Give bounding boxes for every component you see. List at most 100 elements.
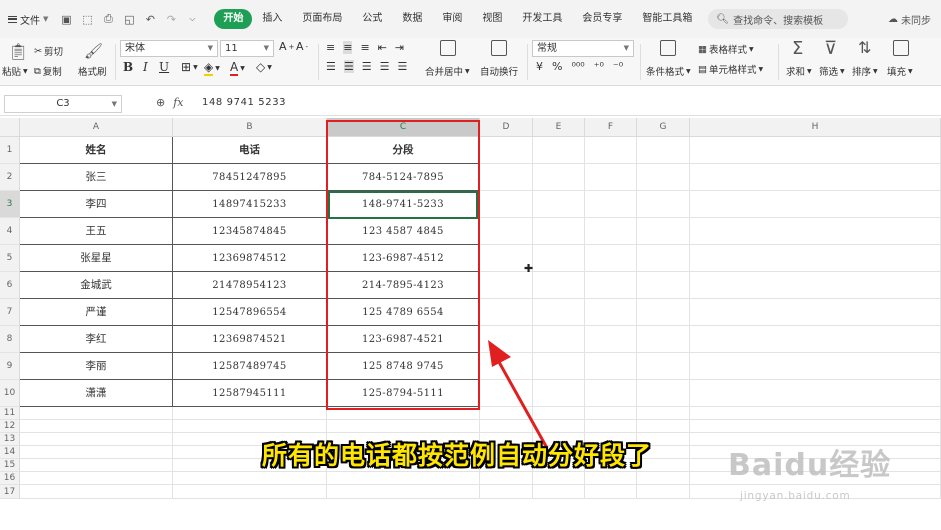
column-header-c[interactable]: C: [327, 118, 480, 137]
font-name-select[interactable]: 宋体 ▼: [120, 40, 218, 57]
cell-e3[interactable]: [533, 191, 585, 218]
cell-g1[interactable]: [637, 137, 690, 164]
cell-e16[interactable]: [533, 472, 585, 485]
cell-e2[interactable]: [533, 164, 585, 191]
cell-style-button[interactable]: ▤ 单元格样式 ▼: [698, 62, 763, 77]
align-top-icon[interactable]: ≡: [326, 41, 335, 54]
phone-cell[interactable]: 12369874512: [173, 245, 327, 272]
tab-developer[interactable]: 开发工具: [512, 9, 572, 29]
chevron-down-icon[interactable]: ⌵: [186, 14, 198, 24]
cell-f3[interactable]: [585, 191, 637, 218]
row-header-8[interactable]: 8: [0, 326, 20, 353]
cell-a15[interactable]: [20, 459, 173, 472]
increase-decimal-icon[interactable]: ⁺⁰: [594, 60, 604, 73]
cell-e11[interactable]: [533, 407, 585, 420]
cell-g10[interactable]: [637, 380, 690, 407]
phone-cell[interactable]: 12547896554: [173, 299, 327, 326]
cell-f6[interactable]: [585, 272, 637, 299]
column-header-g[interactable]: G: [637, 118, 690, 137]
merge-center-button[interactable]: 合并居中 ▼: [425, 64, 470, 78]
cut-button[interactable]: ✂ 剪切: [34, 44, 63, 59]
cell-g16[interactable]: [637, 472, 690, 485]
row-header-5[interactable]: 5: [0, 245, 20, 272]
phone-cell[interactable]: 12345874845: [173, 218, 327, 245]
cell-f2[interactable]: [585, 164, 637, 191]
cell-g17[interactable]: [637, 485, 690, 499]
decrease-font-icon[interactable]: A-: [296, 40, 308, 53]
segment-cell[interactable]: 125 4789 6554: [327, 299, 480, 326]
indent-decrease-icon[interactable]: ⇤: [378, 41, 387, 54]
phone-cell[interactable]: 21478954123: [173, 272, 327, 299]
save-icon[interactable]: ▣: [60, 13, 72, 26]
sum-button[interactable]: 求和 ▼: [786, 64, 812, 78]
print-preview-icon[interactable]: ◱: [123, 13, 135, 26]
name-box[interactable]: C3 ▼: [4, 95, 122, 113]
cell-f9[interactable]: [585, 353, 637, 380]
command-search[interactable]: 🔍︎ 查找命令、搜索模板: [708, 9, 849, 29]
cell-a13[interactable]: [20, 433, 173, 446]
phone-cell[interactable]: 12587489745: [173, 353, 327, 380]
export-icon[interactable]: ⬚: [81, 13, 93, 26]
cell-d16[interactable]: [480, 472, 533, 485]
cell-e4[interactable]: [533, 218, 585, 245]
tab-smart-toolbox[interactable]: 智能工具箱: [632, 9, 702, 29]
cell-b16[interactable]: [173, 472, 327, 485]
name-cell[interactable]: 李四: [20, 191, 173, 218]
table-style-button[interactable]: ▦ 表格样式 ▼: [698, 42, 754, 57]
phone-cell[interactable]: 14897415233: [173, 191, 327, 218]
row-header-12[interactable]: 12: [0, 420, 20, 433]
tab-home[interactable]: 开始: [214, 9, 253, 29]
cell-g5[interactable]: [637, 245, 690, 272]
cell-c16[interactable]: [327, 472, 480, 485]
cell-h9[interactable]: [690, 353, 941, 380]
italic-button[interactable]: I: [143, 60, 148, 74]
cell-f11[interactable]: [585, 407, 637, 420]
sum-icon[interactable]: Σ: [792, 38, 803, 59]
cell-f7[interactable]: [585, 299, 637, 326]
undo-icon[interactable]: ↶: [144, 13, 156, 26]
row-header-13[interactable]: 13: [0, 433, 20, 446]
column-header-d[interactable]: D: [480, 118, 533, 137]
print-icon[interactable]: ⎙: [102, 12, 114, 26]
cell-f8[interactable]: [585, 326, 637, 353]
cell-e12[interactable]: [533, 420, 585, 433]
segment-cell[interactable]: 214-7895-4123: [327, 272, 480, 299]
cell-d17[interactable]: [480, 485, 533, 499]
cell-c11[interactable]: [327, 407, 480, 420]
header-cell-name[interactable]: 姓名: [20, 137, 173, 164]
name-cell[interactable]: 王五: [20, 218, 173, 245]
merge-icon[interactable]: [440, 40, 456, 56]
name-cell[interactable]: 李丽: [20, 353, 173, 380]
row-header-3[interactable]: 3: [0, 191, 20, 218]
cell-e9[interactable]: [533, 353, 585, 380]
align-bottom-icon[interactable]: ≡: [360, 41, 369, 54]
fx-icon[interactable]: fx: [173, 96, 183, 109]
eraser-icon[interactable]: ◇ ▼: [256, 60, 272, 74]
header-cell-segment[interactable]: 分段: [327, 137, 480, 164]
number-format-select[interactable]: 常规 ▼: [532, 40, 634, 57]
formula-input[interactable]: 148 9741 5233: [202, 97, 286, 108]
cell-d3[interactable]: [480, 191, 533, 218]
filter-button[interactable]: 筛选 ▼: [819, 64, 845, 78]
cell-c12[interactable]: [327, 420, 480, 433]
cell-e1[interactable]: [533, 137, 585, 164]
name-cell[interactable]: 严谨: [20, 299, 173, 326]
justify-icon[interactable]: ☰: [380, 60, 390, 73]
tab-data[interactable]: 数据: [392, 9, 432, 29]
segment-cell[interactable]: 125 8748 9745: [327, 353, 480, 380]
tab-member[interactable]: 会员专享: [572, 9, 632, 29]
name-cell[interactable]: 李红: [20, 326, 173, 353]
fill-icon[interactable]: [893, 40, 909, 56]
cell-d10[interactable]: [480, 380, 533, 407]
column-header-f[interactable]: F: [585, 118, 637, 137]
cell-f1[interactable]: [585, 137, 637, 164]
cell-a16[interactable]: [20, 472, 173, 485]
conditional-format-button[interactable]: 条件格式 ▼: [646, 64, 691, 78]
cell-f4[interactable]: [585, 218, 637, 245]
name-cell[interactable]: 金城武: [20, 272, 173, 299]
fill-color-icon[interactable]: ◈ ▼: [204, 60, 220, 76]
cell-h3[interactable]: [690, 191, 941, 218]
cell-h11[interactable]: [690, 407, 941, 420]
underline-button[interactable]: U: [159, 60, 169, 74]
indent-increase-icon[interactable]: ⇥: [395, 41, 404, 54]
